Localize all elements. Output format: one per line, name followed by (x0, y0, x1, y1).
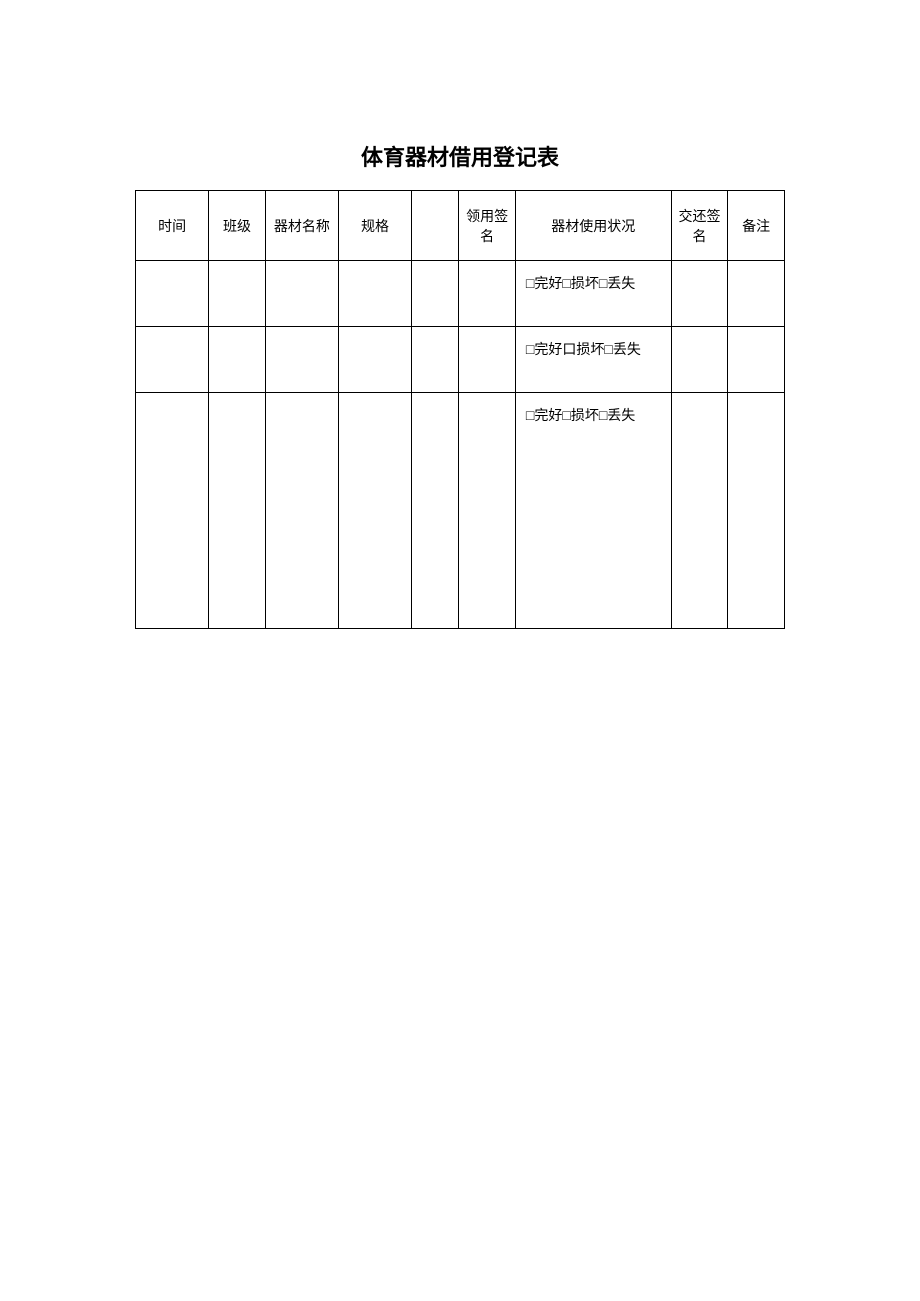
registration-table: 时间 班级 器材名称 规格 领用签名 器材使用状况 交还签名 备注 □完好□损坏… (135, 190, 785, 629)
cell-status: □完好□损坏□丢失 (515, 261, 671, 327)
cell-receive-sign (459, 327, 516, 393)
table-row: □完好□损坏□丢失 (136, 393, 785, 629)
header-return-sign: 交还签名 (671, 191, 728, 261)
cell-class (209, 327, 266, 393)
cell-spec (338, 261, 411, 327)
cell-time (136, 261, 209, 327)
cell-receive-sign (459, 261, 516, 327)
cell-note (728, 393, 785, 629)
header-class: 班级 (209, 191, 266, 261)
table-row: □完好□损坏□丢失 (136, 261, 785, 327)
cell-receive-sign (459, 393, 516, 629)
cell-blank (412, 393, 459, 629)
document-page: 体育器材借用登记表 时间 班级 器材名称 规格 领用签名 器材使用状况 交还签名 (0, 0, 920, 629)
header-time: 时间 (136, 191, 209, 261)
cell-note (728, 327, 785, 393)
cell-status: □完好口损坏□丢失 (515, 327, 671, 393)
cell-status: □完好□损坏□丢失 (515, 393, 671, 629)
cell-note (728, 261, 785, 327)
table-header-row: 时间 班级 器材名称 规格 领用签名 器材使用状况 交还签名 备注 (136, 191, 785, 261)
cell-class (209, 261, 266, 327)
header-note: 备注 (728, 191, 785, 261)
cell-equip-name (265, 327, 338, 393)
cell-spec (338, 393, 411, 629)
cell-return-sign (671, 327, 728, 393)
page-title: 体育器材借用登记表 (135, 140, 785, 172)
header-spec: 规格 (338, 191, 411, 261)
cell-blank (412, 261, 459, 327)
header-equip-name: 器材名称 (265, 191, 338, 261)
header-receive-sign: 领用签名 (459, 191, 516, 261)
cell-blank (412, 327, 459, 393)
cell-return-sign (671, 261, 728, 327)
header-blank (412, 191, 459, 261)
cell-equip-name (265, 261, 338, 327)
cell-return-sign (671, 393, 728, 629)
header-status: 器材使用状况 (515, 191, 671, 261)
cell-spec (338, 327, 411, 393)
cell-class (209, 393, 266, 629)
table-row: □完好口损坏□丢失 (136, 327, 785, 393)
cell-time (136, 327, 209, 393)
cell-equip-name (265, 393, 338, 629)
cell-time (136, 393, 209, 629)
